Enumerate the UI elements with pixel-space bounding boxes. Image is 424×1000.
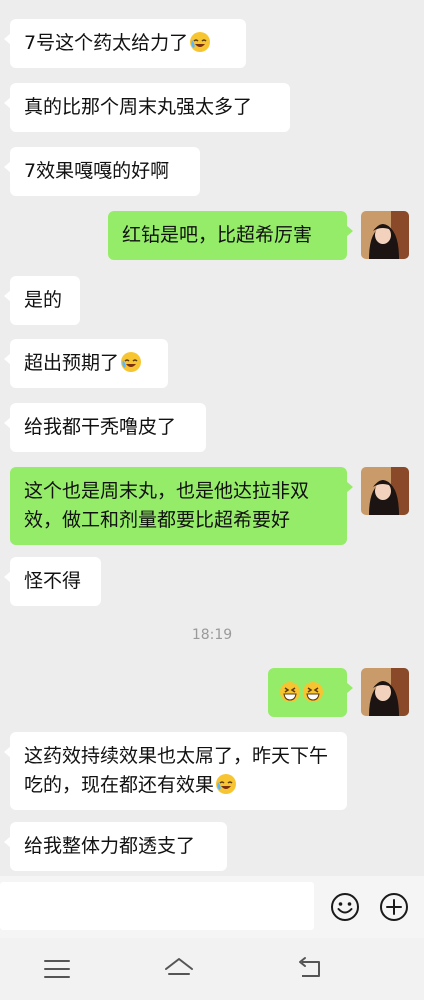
laugh-cry-emoji-icon	[216, 774, 237, 794]
laugh-cry-emoji-icon	[190, 32, 211, 52]
avatar[interactable]	[361, 467, 409, 515]
message-bubble-incoming[interactable]: 7号这个药太给力了	[4, 19, 246, 68]
menu-icon[interactable]	[43, 956, 71, 982]
message-text: 红钻是吧，比超希厉害	[122, 224, 313, 246]
message-bubble-outgoing[interactable]: 红钻是吧，比超希厉害	[108, 211, 353, 260]
plus-circle-icon[interactable]	[379, 892, 409, 922]
message-text: 给我整体力都透支了	[24, 835, 196, 857]
grin-emoji-icon	[280, 682, 300, 702]
laugh-cry-emoji-icon	[121, 352, 142, 372]
message-bubble-incoming[interactable]: 是的	[4, 276, 80, 325]
back-icon[interactable]	[295, 956, 323, 982]
smiley-icon[interactable]	[330, 892, 360, 922]
message-timestamp: 18:19	[191, 627, 233, 643]
message-text: 7号这个药太给力了	[24, 32, 189, 54]
home-icon[interactable]	[163, 956, 195, 982]
avatar[interactable]	[361, 668, 409, 716]
system-nav-bar	[0, 938, 424, 1000]
message-text: 超出预期了	[24, 352, 120, 374]
message-bubble-incoming[interactable]: 7效果嘎嘎的好啊	[4, 147, 200, 196]
message-bubble-outgoing[interactable]	[268, 668, 353, 717]
message-bubble-incoming[interactable]: 给我都干秃噜皮了	[4, 403, 206, 452]
message-bubble-incoming[interactable]: 真的比那个周末丸强太多了	[4, 83, 290, 132]
message-text: 是的	[24, 289, 63, 311]
message-bubble-outgoing[interactable]: 这个也是周末丸，也是他达拉非双效，做工和剂量都要比超希要好	[10, 467, 353, 545]
input-bar	[0, 876, 424, 938]
grin-emoji-icon	[303, 682, 323, 702]
message-text: 怪不得	[24, 570, 82, 592]
message-bubble-incoming[interactable]: 给我整体力都透支了	[4, 822, 227, 871]
message-text: 给我都干秃噜皮了	[24, 416, 177, 438]
message-bubble-incoming[interactable]: 超出预期了	[4, 339, 168, 388]
message-input[interactable]	[0, 882, 314, 930]
message-text: 这个也是周末丸，也是他达拉非双效，做工和剂量都要比超希要好	[24, 480, 310, 531]
avatar[interactable]	[361, 211, 409, 259]
chat-area[interactable]: 7号这个药太给力了 真的比那个周末丸强太多了 7效果嘎嘎的好啊 红钻是吧，比超希…	[0, 0, 424, 876]
message-text: 这药效持续效果也太屌了，昨天下午吃的，现在都还有效果	[24, 745, 329, 796]
message-bubble-incoming[interactable]: 这药效持续效果也太屌了，昨天下午吃的，现在都还有效果	[4, 732, 347, 810]
message-text: 7效果嘎嘎的好啊	[24, 160, 170, 182]
message-bubble-incoming[interactable]: 怪不得	[4, 557, 101, 606]
message-text: 真的比那个周末丸强太多了	[24, 96, 253, 118]
